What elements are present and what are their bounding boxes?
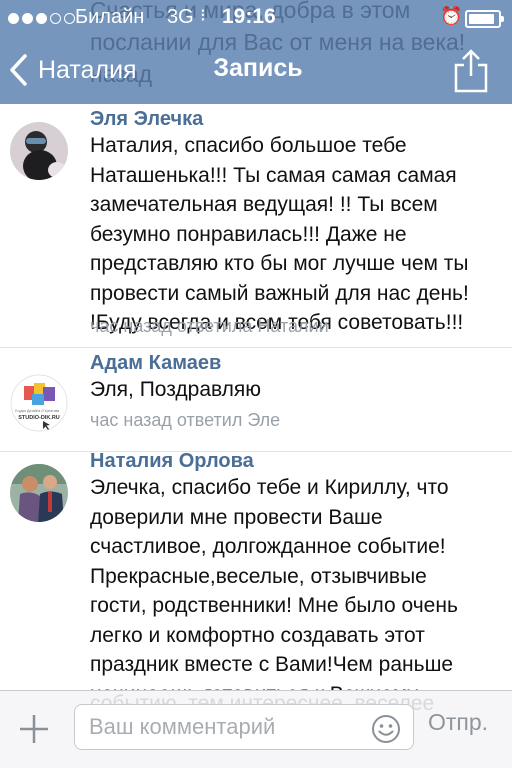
share-icon[interactable] bbox=[452, 48, 490, 94]
network-type: 3G bbox=[167, 6, 194, 28]
comment-item: Студия Дизайна И Креатива STUDIO-DIK.RU … bbox=[0, 348, 512, 452]
comment-author[interactable]: Адам Камаев bbox=[90, 352, 221, 375]
avatar[interactable] bbox=[10, 122, 68, 180]
avatar[interactable]: Студия Дизайна И Креатива STUDIO-DIK.RU bbox=[10, 374, 68, 432]
avatar-logo-text: STUDIO-DIK.RU bbox=[18, 415, 60, 421]
comment-meta[interactable]: час назад ответил Эле bbox=[90, 410, 280, 431]
comment-author[interactable]: Наталия Орлова bbox=[90, 450, 254, 473]
avatar[interactable] bbox=[10, 464, 68, 522]
svg-text:Студия Дизайна И Креатива: Студия Дизайна И Креатива bbox=[15, 409, 60, 413]
status-bar: Билайн 3G ⁝ 19:16 ⏰ bbox=[0, 0, 512, 40]
comment-composer: событию, тем интереснее, веселее будет О… bbox=[0, 690, 512, 768]
comments-list: Эля Элечка Наталия, спасибо большое тебе… bbox=[0, 104, 512, 690]
comment-meta[interactable]: час назад ответила Наталии bbox=[90, 316, 329, 337]
send-button[interactable]: Отпр. bbox=[428, 709, 488, 736]
battery-icon bbox=[465, 10, 504, 28]
attach-plus-icon[interactable] bbox=[14, 709, 54, 749]
header: Счастья и мира, добра в этом послании дл… bbox=[0, 0, 512, 104]
comment-text: Эля, Поздравляю bbox=[90, 378, 262, 401]
page-title: Запись bbox=[213, 54, 303, 82]
status-time: 19:16 bbox=[222, 5, 276, 28]
comment-input[interactable] bbox=[74, 704, 414, 750]
comment-text: Элечка, спасибо тебе и Кириллу, что дове… bbox=[90, 476, 458, 690]
comment-item: Эля Элечка Наталия, спасибо большое тебе… bbox=[0, 104, 512, 348]
carrier-name: Билайн bbox=[75, 6, 145, 28]
alarm-icon: ⏰ bbox=[440, 6, 463, 26]
signal-strength-icon bbox=[8, 13, 75, 24]
comment-text: Наталия, спасибо большое тебе Наташенька… bbox=[90, 134, 469, 334]
emoji-icon[interactable] bbox=[370, 713, 402, 745]
nav-bar: Наталия Запись bbox=[0, 40, 512, 104]
activity-icon: ⁝ bbox=[200, 5, 206, 25]
comment-item: Наталия Орлова Элечка, спасибо тебе и Ки… bbox=[0, 450, 512, 690]
battery-level-fill bbox=[469, 14, 495, 24]
comment-author[interactable]: Эля Элечка bbox=[90, 108, 203, 131]
